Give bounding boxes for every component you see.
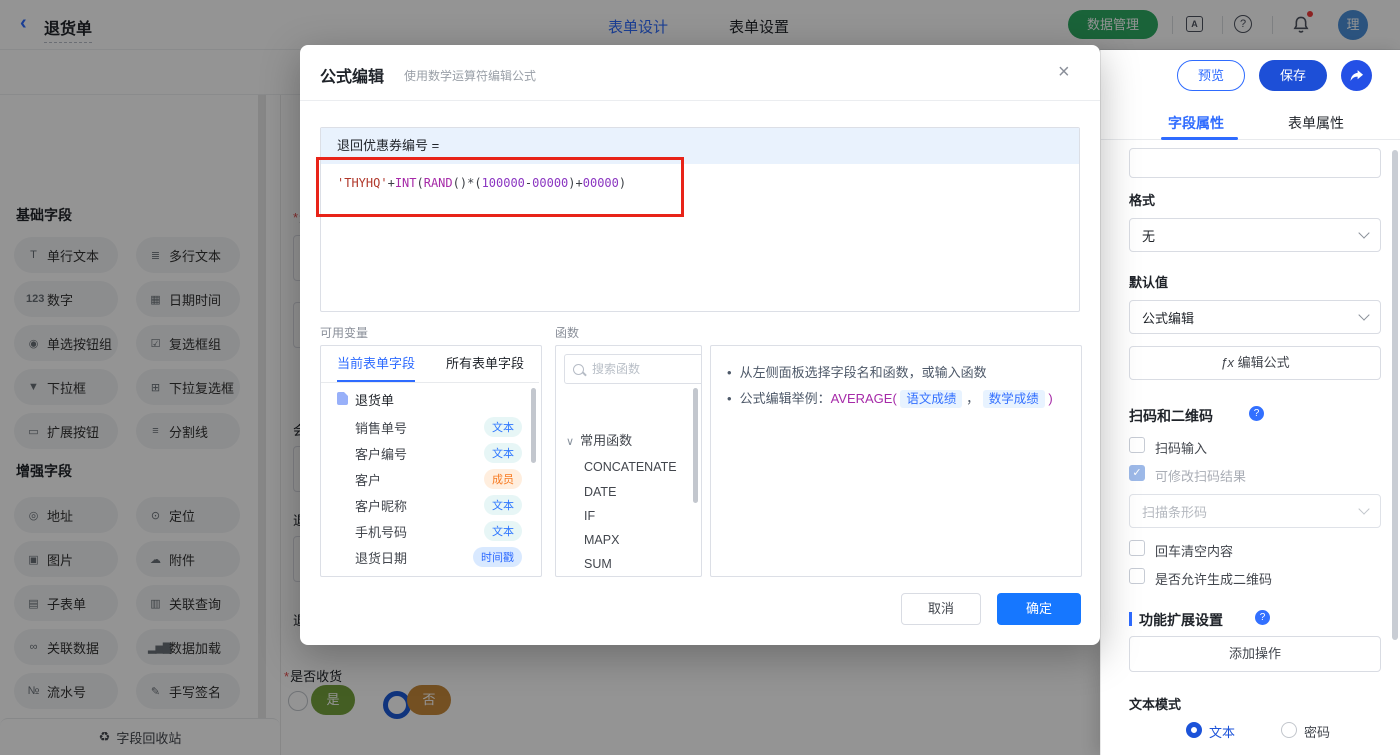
share-button[interactable] — [1341, 60, 1372, 91]
checkbox-allow-qr-label: 是否允许生成二维码 — [1155, 572, 1273, 587]
type-badge: 文本 — [484, 521, 522, 541]
tab-field-properties[interactable]: 字段属性 — [1168, 113, 1224, 133]
tab-current-form-fields[interactable]: 当前表单字段 — [337, 346, 415, 381]
function-search-input[interactable] — [590, 361, 701, 377]
section-bar — [1129, 612, 1132, 626]
description-input[interactable] — [1129, 148, 1381, 178]
checkbox-enter-clear[interactable] — [1129, 540, 1145, 556]
functions-scrollbar[interactable] — [693, 388, 698, 503]
func-group-common[interactable]: ∨ 常用函数 — [566, 430, 632, 449]
checkbox-allow-qr[interactable] — [1129, 568, 1145, 584]
caret-down-icon: ∨ — [566, 436, 575, 448]
chevron-down-icon — [1358, 227, 1370, 239]
tab-form-properties[interactable]: 表单属性 — [1288, 113, 1344, 133]
func-item[interactable]: MAPX — [584, 533, 619, 547]
active-tab-underline — [1161, 137, 1238, 140]
var-row[interactable]: 客户 — [355, 470, 381, 489]
help-line-2: 公式编辑举例：AVERAGE( 语文成绩 ， 数学成绩 ) — [727, 388, 1053, 408]
scan-mode-select[interactable]: 扫描条形码 — [1129, 494, 1381, 528]
var-row[interactable]: 客户编号 — [355, 444, 407, 463]
radio-password-label: 密码 — [1304, 725, 1331, 740]
func-item[interactable]: IF — [584, 509, 595, 523]
drawer-scrollbar[interactable] — [1392, 150, 1398, 640]
function-search-box — [564, 354, 701, 384]
vars-active-underline — [337, 380, 415, 382]
type-badge: 时间戳 — [473, 547, 522, 567]
extension-section-title: 功能扩展设置 — [1139, 612, 1223, 628]
func-item[interactable]: SUM — [584, 557, 612, 571]
modal-mask — [0, 0, 1400, 50]
modal-header-divider — [300, 100, 1100, 101]
chevron-down-icon — [1358, 309, 1370, 321]
add-action-button[interactable]: 添加操作 — [1129, 636, 1381, 672]
edit-formula-button[interactable]: ƒx 编辑公式 — [1129, 346, 1381, 380]
checkbox-editable-scan-label: 可修改扫码结果 — [1155, 469, 1247, 484]
default-value-label: 默认值 — [1129, 275, 1169, 290]
example-function-close: ) — [1048, 391, 1053, 406]
extension-help-icon[interactable]: ? — [1255, 610, 1270, 625]
share-arrow-icon — [1350, 69, 1364, 81]
save-button[interactable]: 保存 — [1259, 60, 1327, 91]
drawer-tabs: 字段属性 表单属性 — [1101, 105, 1400, 140]
formula-editor: 退回优惠券编号 = 'THYHQ'+INT(RAND()*(100000-000… — [320, 127, 1080, 312]
example-field-chip: 数学成绩 — [982, 390, 1045, 408]
variables-form-name[interactable]: 退货单 — [355, 390, 394, 409]
fx-icon: ƒx — [1220, 355, 1235, 370]
formula-help-panel: 从左侧面板选择字段名和函数，或输入函数 公式编辑举例：AVERAGE( 语文成绩… — [710, 345, 1082, 577]
type-badge: 文本 — [484, 495, 522, 515]
annotation-red-box — [316, 157, 684, 217]
var-row[interactable]: 销售单号 — [355, 418, 407, 437]
func-item[interactable]: CONCATENATE — [584, 460, 677, 474]
example-field-chip: 语文成绩 — [900, 390, 963, 408]
chevron-down-icon — [1358, 503, 1370, 515]
checkbox-editable-scan-checked[interactable]: ✓ — [1129, 465, 1145, 481]
cancel-button[interactable]: 取消 — [901, 593, 981, 625]
default-value-select[interactable]: 公式编辑 — [1129, 300, 1381, 334]
variables-panel: 当前表单字段 所有表单字段 退货单 销售单号 文本 客户编号 文本 客户 成员 … — [320, 345, 542, 577]
var-row[interactable]: 退货日期 — [355, 548, 407, 567]
search-icon — [573, 363, 584, 375]
type-badge: 文本 — [484, 443, 522, 463]
checkbox-scan-input-label: 扫码输入 — [1155, 441, 1208, 456]
text-mode-label: 文本模式 — [1129, 697, 1182, 712]
variables-tabs: 当前表单字段 所有表单字段 — [321, 346, 539, 383]
scan-section-title: 扫码和二维码 — [1129, 408, 1213, 424]
type-badge: 文本 — [484, 417, 522, 437]
functions-panel: ∨常用函数 CONCATENATE DATE IF MAPX SUM ›数学函数… — [555, 345, 702, 577]
var-row[interactable]: 手机号码 — [355, 522, 407, 541]
modal-title: 公式编辑 — [320, 69, 385, 86]
tab-all-form-fields[interactable]: 所有表单字段 — [446, 346, 524, 381]
radio-password-mode[interactable] — [1281, 722, 1297, 738]
formula-edit-modal: 公式编辑 使用数学运算符编辑公式 × 退回优惠券编号 = 'THYHQ'+INT… — [300, 45, 1100, 645]
variables-label: 可用变量 — [320, 326, 369, 340]
variables-scrollbar[interactable] — [531, 388, 536, 463]
example-function-open: AVERAGE( — [830, 391, 897, 406]
help-line-1: 从左侧面板选择字段名和函数，或输入函数 — [727, 362, 987, 381]
modal-subtitle: 使用数学运算符编辑公式 — [404, 69, 537, 83]
radio-text-label: 文本 — [1209, 725, 1236, 740]
func-item[interactable]: DATE — [584, 485, 616, 499]
form-doc-icon — [337, 392, 348, 405]
var-row[interactable]: 客户昵称 — [355, 496, 407, 515]
type-badge: 成员 — [484, 469, 522, 489]
form-designer-screen: ‹ 退货单 表单设计 表单设置 数据管理 A ? 理 ⊘表单外链 ⊡后端脚本 ⊞… — [0, 0, 1400, 755]
scan-help-icon[interactable]: ? — [1249, 406, 1264, 421]
functions-label: 函数 — [555, 326, 580, 340]
close-icon[interactable]: × — [1058, 61, 1070, 84]
radio-text-mode-selected[interactable] — [1186, 722, 1202, 738]
preview-button[interactable]: 预览 — [1177, 60, 1245, 91]
format-select[interactable]: 无 — [1129, 218, 1381, 252]
checkbox-enter-clear-label: 回车清空内容 — [1155, 544, 1234, 559]
format-label: 格式 — [1129, 193, 1156, 208]
properties-drawer: 预览 保存 字段属性 表单属性 格式 无 默认值 公式编辑 ƒx 编辑公式 扫码… — [1100, 50, 1400, 755]
confirm-button[interactable]: 确定 — [997, 593, 1081, 625]
checkbox-scan-input[interactable] — [1129, 437, 1145, 453]
